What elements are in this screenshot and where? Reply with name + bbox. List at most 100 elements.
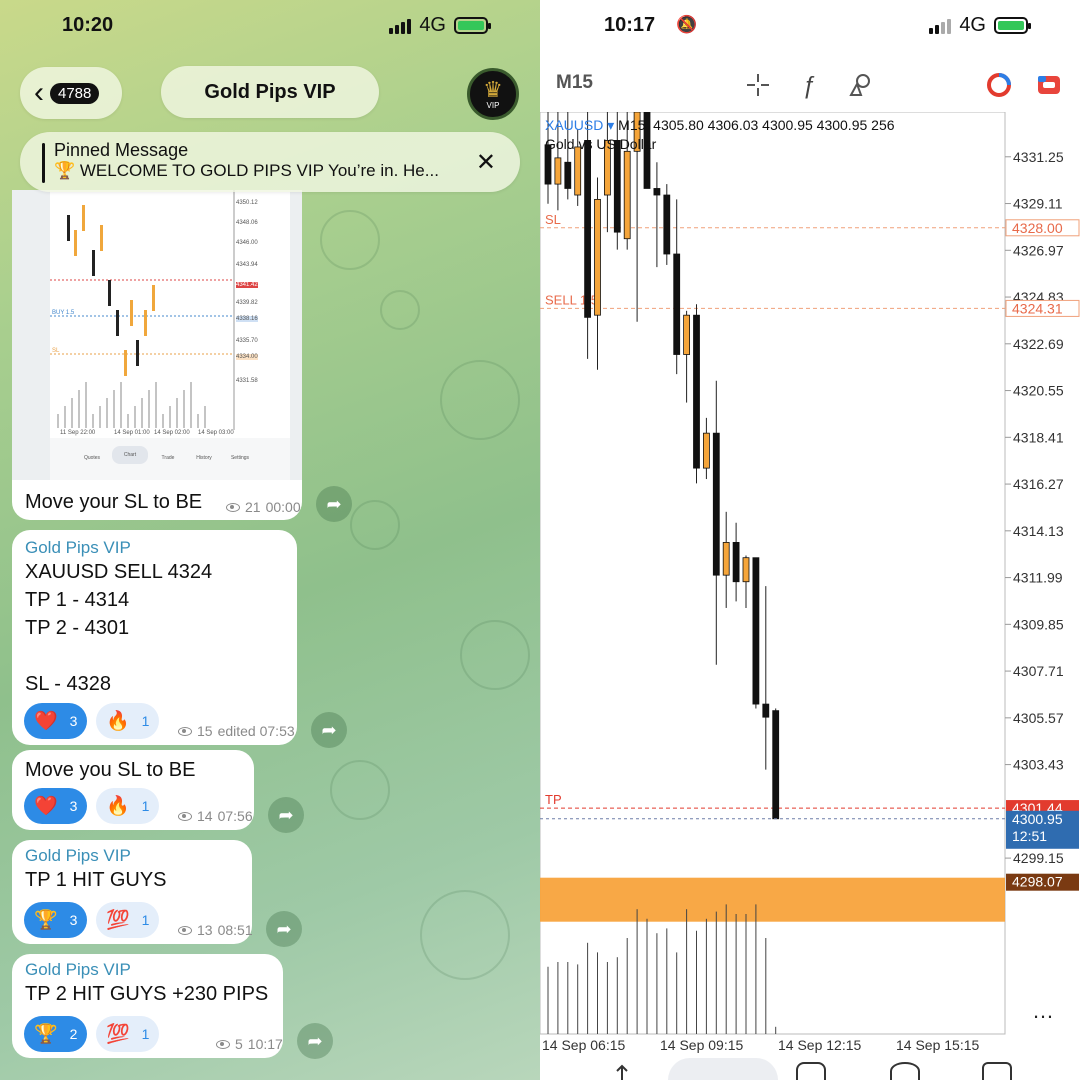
wallpaper-doodle <box>440 360 520 440</box>
price-tick-label: 4307.71 <box>1013 663 1064 679</box>
candle-body <box>772 710 780 820</box>
mini-price-label: 4348.06 <box>236 220 258 226</box>
view-count: 14 <box>197 808 213 824</box>
level-price-label: 4328.00 <box>1012 220 1063 236</box>
mini-candle <box>144 310 147 336</box>
price-chart[interactable]: 4331.254329.114326.974324.834322.694320.… <box>540 112 1080 1058</box>
candle-body <box>653 188 661 196</box>
reaction-count: 1 <box>141 912 150 928</box>
pinned-message-bar[interactable]: Pinned Message 🏆 WELCOME TO GOLD PIPS VI… <box>20 132 520 192</box>
message-time: edited 07:53 <box>217 723 295 739</box>
settings-tab-icon[interactable] <box>982 1062 1012 1080</box>
symbol-label[interactable]: XAUUSD ▾ <box>545 117 618 133</box>
candle-body <box>762 703 770 718</box>
message-time: 08:51 <box>217 922 253 938</box>
history-tab-icon[interactable] <box>890 1062 920 1080</box>
reaction-count: 1 <box>141 713 150 729</box>
pinned-indicator <box>42 143 45 183</box>
price-tick-label: 4326.97 <box>1013 242 1064 258</box>
reaction-chip[interactable]: ❤️ 3 <box>24 788 88 824</box>
reaction-emoji-icon: 🏆 <box>34 910 58 931</box>
mini-line-label: BUY 1.5 <box>52 310 75 316</box>
mini-price-label: 4338.16 <box>236 316 258 322</box>
chart-tab[interactable] <box>668 1058 778 1080</box>
forward-icon[interactable]: ➦ <box>316 486 352 522</box>
mini-candle <box>92 250 95 276</box>
message-text: TP 2 HIT GUYS +230 PIPS <box>25 983 269 1005</box>
battery-icon <box>994 17 1031 34</box>
message-sender[interactable]: Gold Pips VIP <box>25 846 240 866</box>
reaction-chip[interactable]: 🏆 3 <box>24 902 88 938</box>
message-bubble[interactable]: Move you SL to BE ❤️ 3 🔥 1 14 07:56 <box>12 750 254 830</box>
wallpaper-doodle <box>350 500 400 550</box>
mini-time-label: 14 Sep 02:00 <box>154 430 190 436</box>
mini-time-label: 14 Sep 03:00 <box>198 430 234 436</box>
one-click-trading-icon[interactable] <box>986 72 1012 104</box>
forward-icon[interactable]: ➦ <box>268 797 304 833</box>
message-time: 10:17 <box>247 1036 283 1052</box>
back-button[interactable]: ‹ 4788 <box>20 67 122 119</box>
reaction-chip[interactable]: 🔥 1 <box>96 703 160 739</box>
forward-icon[interactable]: ➦ <box>297 1023 333 1059</box>
mini-price-label: 4339.82 <box>236 300 258 306</box>
close-icon[interactable]: ✕ <box>476 148 496 177</box>
signal-icon <box>389 18 412 34</box>
message-text: TP 1 HIT GUYS <box>25 869 167 891</box>
network-label: 4G <box>959 14 986 36</box>
trade-tab-icon[interactable] <box>796 1062 826 1080</box>
forward-icon[interactable]: ➦ <box>266 911 302 947</box>
message-bubble[interactable]: Gold Pips VIP XAUUSD SELL 4324 TP 1 - 431… <box>12 530 297 745</box>
trade-icon[interactable] <box>1036 72 1062 104</box>
reaction-chip[interactable]: 🔥 1 <box>96 788 160 824</box>
level-line-label: TP <box>545 792 562 807</box>
message-bubble[interactable]: Gold Pips VIP TP 1 HIT GUYS 🏆 3 💯 1 13 08:51 <box>12 840 253 944</box>
message-time: 00:00 <box>265 499 301 515</box>
chart-screenshot-image[interactable]: 4350.12 4348.06 4346.00 4343.94 4341.42 4339.… <box>12 190 302 480</box>
quotes-tab-icon[interactable] <box>614 1062 644 1080</box>
reaction-chip[interactable]: 💯 1 <box>96 902 160 938</box>
message-bubble[interactable]: Move your SL to BE 21 00:00 <box>12 480 302 520</box>
crosshair-icon[interactable] <box>745 72 771 104</box>
message-sender[interactable]: Gold Pips VIP <box>25 538 285 558</box>
timeframe-button[interactable]: M15 <box>556 72 593 94</box>
reaction-chip[interactable]: 💯 1 <box>96 1016 160 1052</box>
mini-tab: Trade <box>161 455 175 461</box>
indicators-icon[interactable]: ƒ <box>802 72 815 100</box>
time-tick-label: 14 Sep 15:15 <box>896 1037 980 1053</box>
message-meta: 14 07:56 <box>178 808 253 824</box>
mini-price-label: 4335.70 <box>236 338 258 344</box>
mini-candle <box>136 340 139 366</box>
reaction-emoji-icon: ❤️ <box>34 796 58 817</box>
mini-price-label: 4350.12 <box>236 200 258 206</box>
message-bubble[interactable]: Gold Pips VIP TP 2 HIT GUYS +230 PIPS 🏆 2 💯 1… <box>12 954 283 1058</box>
position-band <box>540 877 1005 922</box>
network-label: 4G <box>419 14 446 36</box>
channel-avatar[interactable]: ♛ VIP <box>467 68 519 120</box>
reaction-count: 1 <box>141 798 150 814</box>
price-tick-label: 4320.55 <box>1013 383 1064 399</box>
price-tick-label: 4322.69 <box>1013 336 1064 352</box>
reaction-chip[interactable]: 🏆 2 <box>24 1016 88 1052</box>
level-line-label: SL <box>545 212 561 227</box>
message-meta: 15 edited 07:53 <box>178 723 295 739</box>
signal-icon <box>929 18 952 34</box>
more-options-icon[interactable]: … <box>1032 998 1054 1023</box>
reaction-emoji-icon: 💯 <box>106 1024 130 1045</box>
mini-price-label: 4343.94 <box>236 262 258 268</box>
reaction-chip[interactable]: ❤️ 3 <box>24 703 88 739</box>
message-sender[interactable]: Gold Pips VIP <box>25 960 271 980</box>
price-tick-label: 4299.15 <box>1013 850 1064 866</box>
candle-body <box>663 194 671 255</box>
eye-icon <box>216 1039 230 1049</box>
chat-title[interactable]: Gold Pips VIP <box>161 66 379 118</box>
forward-icon[interactable]: ➦ <box>311 712 347 748</box>
candle-body <box>722 542 730 576</box>
mini-candle <box>124 350 127 376</box>
bottom-nav <box>540 1058 1080 1080</box>
time-tick-label: 14 Sep 06:15 <box>542 1037 626 1053</box>
candle-body <box>742 557 750 583</box>
mini-price-label: 4334.00 <box>236 354 258 360</box>
objects-icon[interactable] <box>848 72 874 104</box>
mini-time-label: 11 Sep 22:00 <box>60 430 96 436</box>
price-tick-label: 4329.11 <box>1013 196 1063 212</box>
